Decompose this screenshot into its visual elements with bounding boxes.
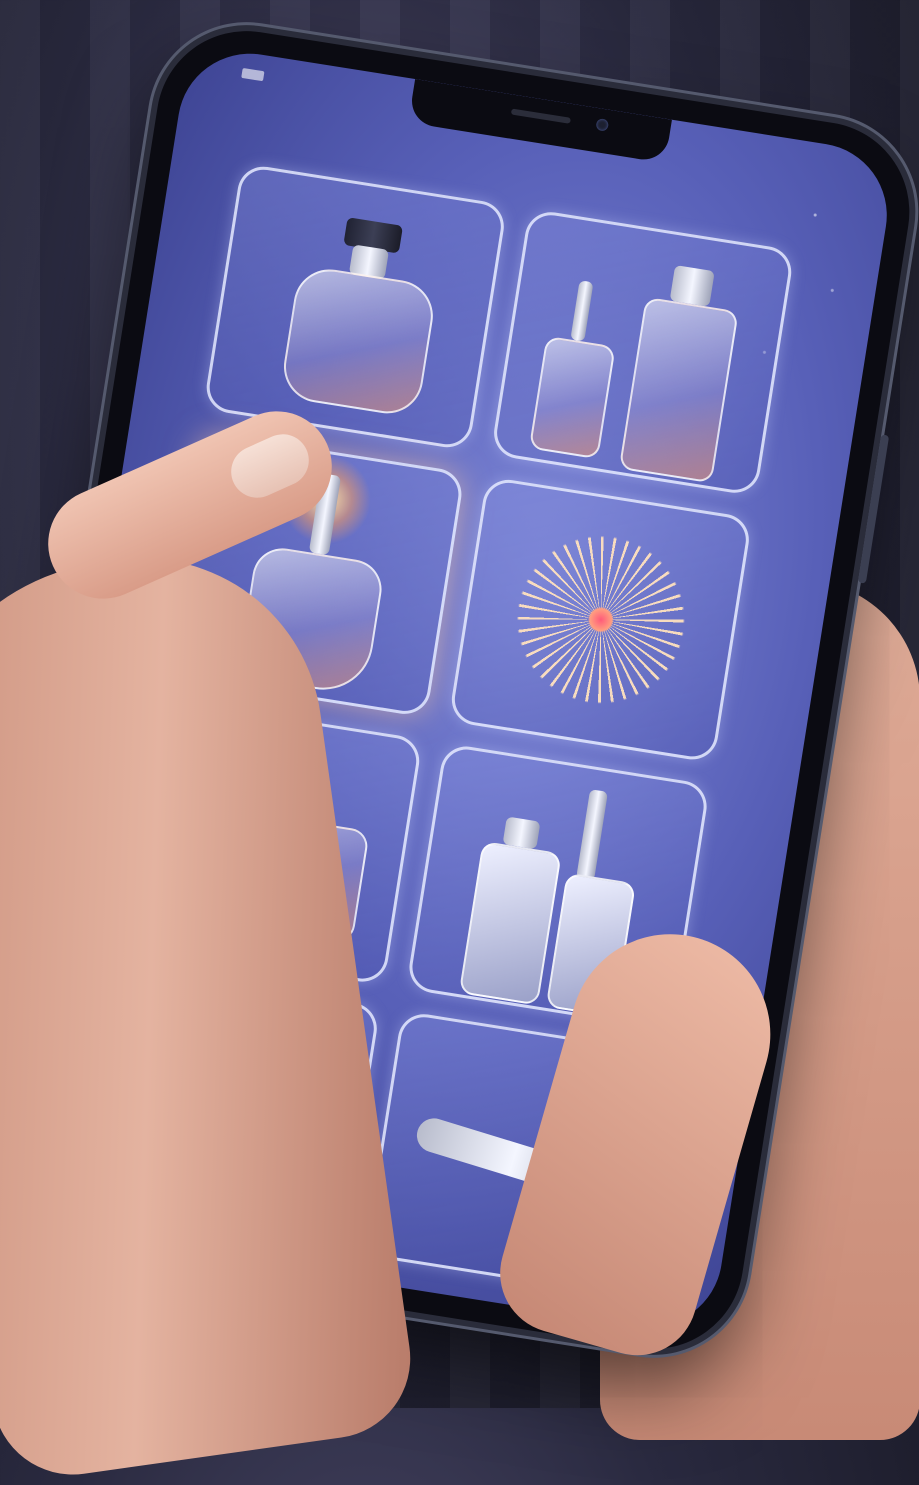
tile-firework[interactable] [448, 475, 753, 764]
serum-bottle-icon [618, 296, 739, 484]
tile-serum-bottles[interactable] [490, 208, 795, 496]
dropper-bottle-small-icon [528, 335, 616, 460]
tile-perfume-bottle[interactable] [203, 162, 508, 451]
serum-cap-icon [669, 265, 715, 307]
front-camera-icon [595, 117, 610, 132]
perfume-bottle-icon [278, 264, 439, 419]
dropper-icon [570, 280, 594, 342]
speaker-grille [510, 108, 571, 124]
spray-bottle-icon [458, 840, 562, 1006]
spray-wand-icon [576, 789, 608, 881]
